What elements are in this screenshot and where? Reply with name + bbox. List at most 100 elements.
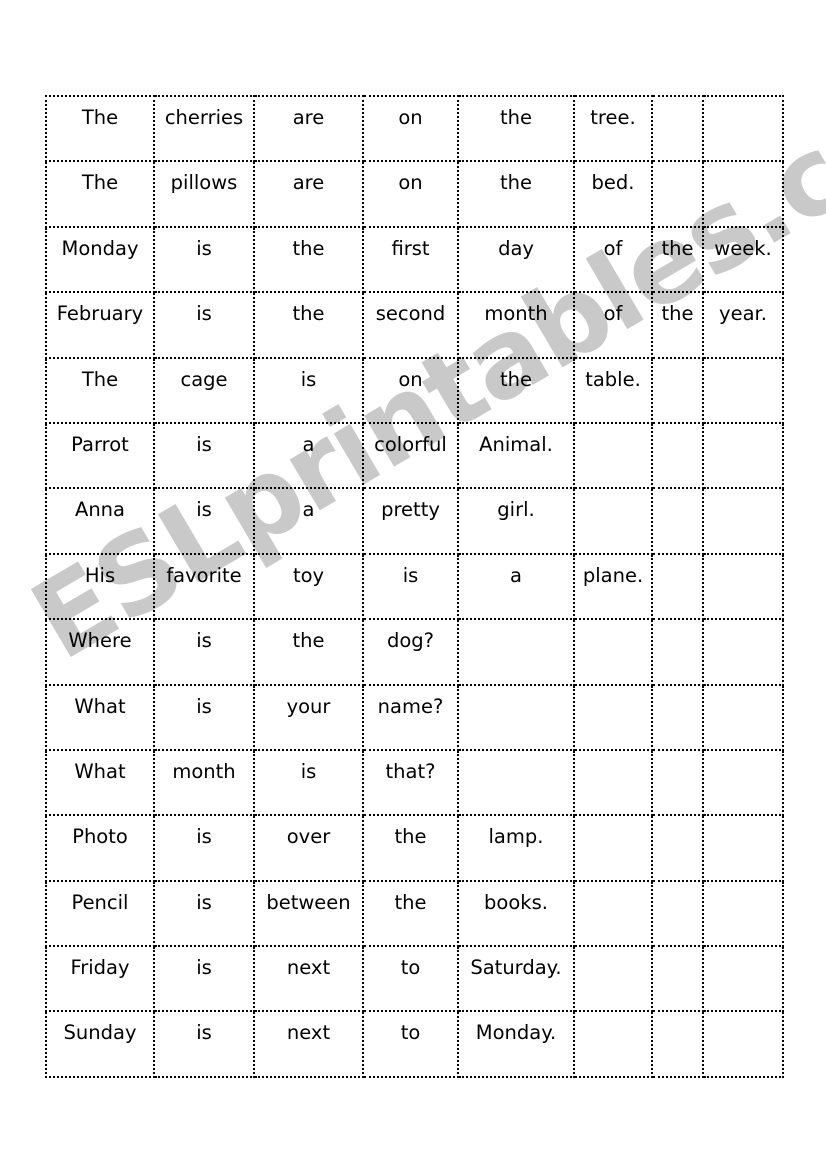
- word-cell[interactable]: toy: [253, 552, 364, 621]
- word-cell[interactable]: [651, 618, 704, 686]
- word-cell[interactable]: is: [153, 1010, 255, 1078]
- word-cell[interactable]: Parrot: [45, 421, 155, 490]
- word-cell[interactable]: Monday: [45, 225, 155, 294]
- word-cell[interactable]: [651, 814, 704, 882]
- word-cell[interactable]: Monday.: [457, 1010, 575, 1078]
- word-cell[interactable]: table.: [573, 356, 653, 424]
- word-cell[interactable]: is: [153, 945, 255, 1013]
- word-cell[interactable]: on: [362, 356, 459, 424]
- word-cell[interactable]: His: [45, 552, 155, 621]
- word-cell[interactable]: the: [651, 291, 704, 359]
- word-cell[interactable]: cage: [153, 356, 255, 424]
- word-cell[interactable]: books.: [457, 879, 575, 948]
- word-cell[interactable]: [457, 748, 575, 817]
- word-cell[interactable]: is: [153, 421, 255, 490]
- word-cell[interactable]: Friday: [45, 945, 155, 1013]
- word-cell[interactable]: [573, 421, 653, 490]
- word-cell[interactable]: [457, 618, 575, 686]
- word-cell[interactable]: a: [253, 421, 364, 490]
- word-cell[interactable]: [702, 814, 784, 882]
- word-cell[interactable]: [651, 487, 704, 555]
- word-cell[interactable]: Pencil: [45, 879, 155, 948]
- word-cell[interactable]: [702, 618, 784, 686]
- word-cell[interactable]: [702, 421, 784, 490]
- word-cell[interactable]: cherries: [153, 94, 255, 163]
- word-cell[interactable]: is: [153, 487, 255, 555]
- word-cell[interactable]: week.: [702, 225, 784, 294]
- word-cell[interactable]: on: [362, 160, 459, 228]
- word-cell[interactable]: [651, 1010, 704, 1078]
- word-cell[interactable]: is: [153, 879, 255, 948]
- word-cell[interactable]: bed.: [573, 160, 653, 228]
- word-cell[interactable]: Saturday.: [457, 945, 575, 1013]
- word-cell[interactable]: is: [153, 814, 255, 882]
- word-cell[interactable]: is: [253, 748, 364, 817]
- word-cell[interactable]: The: [45, 160, 155, 228]
- word-cell[interactable]: to: [362, 945, 459, 1013]
- word-cell[interactable]: is: [153, 291, 255, 359]
- word-cell[interactable]: February: [45, 291, 155, 359]
- word-cell[interactable]: the: [457, 94, 575, 163]
- word-cell[interactable]: a: [457, 552, 575, 621]
- word-cell[interactable]: second: [362, 291, 459, 359]
- word-cell[interactable]: between: [253, 879, 364, 948]
- word-cell[interactable]: is: [362, 552, 459, 621]
- word-cell[interactable]: pretty: [362, 487, 459, 555]
- word-cell[interactable]: [702, 94, 784, 163]
- word-cell[interactable]: month: [153, 748, 255, 817]
- word-cell[interactable]: favorite: [153, 552, 255, 621]
- word-cell[interactable]: the: [362, 879, 459, 948]
- word-cell[interactable]: year.: [702, 291, 784, 359]
- word-cell[interactable]: first: [362, 225, 459, 294]
- word-cell[interactable]: [651, 94, 704, 163]
- word-cell[interactable]: the: [362, 814, 459, 882]
- word-cell[interactable]: [702, 552, 784, 621]
- word-cell[interactable]: on: [362, 94, 459, 163]
- word-cell[interactable]: Anna: [45, 487, 155, 555]
- word-cell[interactable]: [702, 356, 784, 424]
- word-cell[interactable]: [573, 748, 653, 817]
- word-cell[interactable]: Animal.: [457, 421, 575, 490]
- word-cell[interactable]: [702, 1010, 784, 1078]
- word-cell[interactable]: [651, 160, 704, 228]
- word-cell[interactable]: tree.: [573, 94, 653, 163]
- word-cell[interactable]: month: [457, 291, 575, 359]
- word-cell[interactable]: girl.: [457, 487, 575, 555]
- word-cell[interactable]: [573, 945, 653, 1013]
- word-cell[interactable]: [573, 487, 653, 555]
- word-cell[interactable]: [457, 683, 575, 751]
- word-cell[interactable]: The: [45, 94, 155, 163]
- word-cell[interactable]: [651, 945, 704, 1013]
- word-cell[interactable]: is: [253, 356, 364, 424]
- word-cell[interactable]: [702, 879, 784, 948]
- word-cell[interactable]: [651, 879, 704, 948]
- word-cell[interactable]: pillows: [153, 160, 255, 228]
- word-cell[interactable]: dog?: [362, 618, 459, 686]
- word-cell[interactable]: [573, 1010, 653, 1078]
- word-cell[interactable]: Photo: [45, 814, 155, 882]
- word-cell[interactable]: [702, 945, 784, 1013]
- word-cell[interactable]: that?: [362, 748, 459, 817]
- word-cell[interactable]: next: [253, 945, 364, 1013]
- word-cell[interactable]: [573, 879, 653, 948]
- word-cell[interactable]: the: [253, 291, 364, 359]
- word-cell[interactable]: [573, 618, 653, 686]
- word-cell[interactable]: the: [651, 225, 704, 294]
- word-cell[interactable]: [702, 748, 784, 817]
- word-cell[interactable]: [651, 421, 704, 490]
- word-cell[interactable]: the: [253, 225, 364, 294]
- word-cell[interactable]: of: [573, 291, 653, 359]
- word-cell[interactable]: the: [457, 356, 575, 424]
- word-cell[interactable]: [702, 683, 784, 751]
- word-cell[interactable]: your: [253, 683, 364, 751]
- word-cell[interactable]: [702, 487, 784, 555]
- word-cell[interactable]: name?: [362, 683, 459, 751]
- word-cell[interactable]: Where: [45, 618, 155, 686]
- word-cell[interactable]: [651, 356, 704, 424]
- word-cell[interactable]: the: [457, 160, 575, 228]
- word-cell[interactable]: is: [153, 225, 255, 294]
- word-cell[interactable]: [573, 814, 653, 882]
- word-cell[interactable]: What: [45, 748, 155, 817]
- word-cell[interactable]: over: [253, 814, 364, 882]
- word-cell[interactable]: colorful: [362, 421, 459, 490]
